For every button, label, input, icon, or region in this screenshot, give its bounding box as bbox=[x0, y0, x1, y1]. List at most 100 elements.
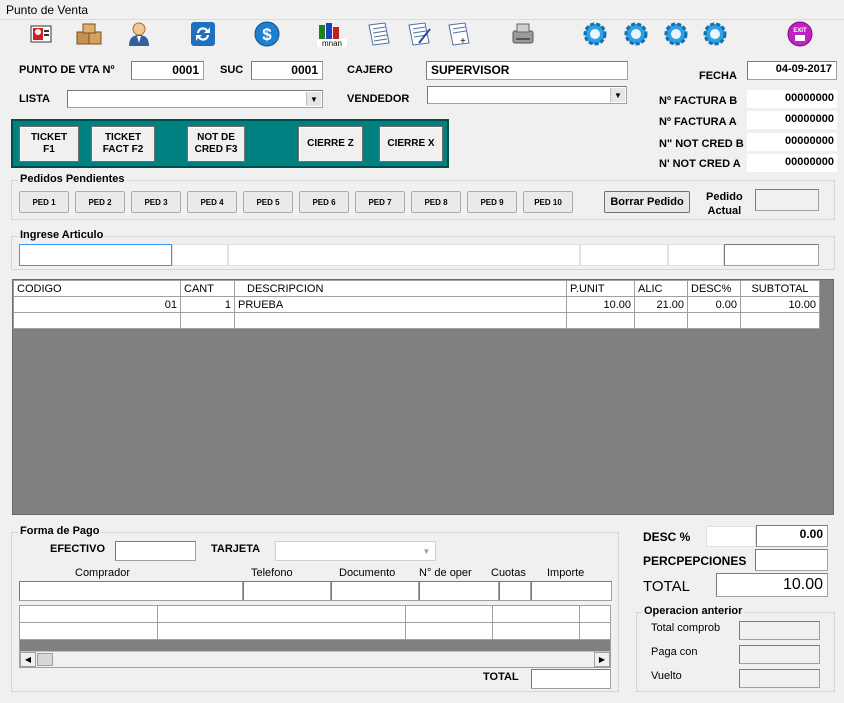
config-button-3[interactable] bbox=[661, 20, 691, 48]
ped-4-button[interactable]: PED 4 bbox=[187, 191, 237, 213]
chart-label: mnan bbox=[322, 39, 342, 47]
cliente-card-button[interactable] bbox=[27, 20, 57, 48]
telefono-input[interactable] bbox=[243, 581, 331, 601]
ped-3-button[interactable]: PED 3 bbox=[131, 191, 181, 213]
suc-field[interactable]: 0001 bbox=[251, 61, 323, 80]
document-icon bbox=[368, 22, 390, 46]
ped-2-button[interactable]: PED 2 bbox=[75, 191, 125, 213]
vendedor-label: VENDEDOR bbox=[347, 93, 410, 105]
col-subtotal[interactable]: SUBTOTAL bbox=[740, 280, 820, 297]
table-row[interactable]: 01 1 PRUEBA 10.00 21.00 0.00 10.00 bbox=[13, 296, 820, 313]
importe-input[interactable] bbox=[531, 581, 612, 601]
efectivo-input[interactable] bbox=[115, 541, 196, 561]
total-label: TOTAL bbox=[643, 578, 690, 595]
ped-6-button[interactable]: PED 6 bbox=[299, 191, 349, 213]
importe-col-label: Importe bbox=[547, 567, 585, 579]
exit-button[interactable]: EXIT bbox=[783, 20, 817, 48]
col-desc[interactable]: DESC% bbox=[687, 280, 741, 297]
chart-icon: mnan bbox=[317, 23, 347, 47]
config-button-1[interactable] bbox=[580, 20, 610, 48]
items-grid[interactable]: CODIGO CANT DESCRIPCION P.UNIT ALIC DESC… bbox=[12, 279, 834, 515]
pagos-grid[interactable]: ◀ ▶ bbox=[19, 605, 611, 668]
pedido-actual-field bbox=[755, 189, 819, 211]
punto-vta-field[interactable]: 0001 bbox=[131, 61, 204, 80]
articulo-subtotal-cell[interactable] bbox=[724, 244, 819, 266]
chevron-down-icon[interactable]: ▼ bbox=[610, 88, 625, 102]
articulo-punit-cell[interactable] bbox=[580, 244, 668, 266]
pagos-grid-rows bbox=[20, 606, 610, 640]
not-cred-b-label: N" NOT CRED B bbox=[659, 138, 744, 150]
col-cant[interactable]: CANT bbox=[180, 280, 235, 297]
imprimir-button[interactable] bbox=[508, 20, 538, 48]
cell-codigo bbox=[13, 312, 181, 329]
ticket-fact-f2-button[interactable]: TICKET FACT F2 bbox=[91, 126, 155, 162]
window-title: Punto de Venta bbox=[6, 3, 89, 17]
desc-label: DESC % bbox=[643, 530, 691, 544]
cell-punit: 10.00 bbox=[566, 296, 635, 313]
document-edit-icon bbox=[408, 22, 431, 46]
desc-pct-input[interactable] bbox=[706, 526, 756, 547]
title-bar: Punto de Venta bbox=[0, 0, 844, 20]
productos-button[interactable] bbox=[75, 20, 105, 48]
lista-select[interactable]: ▼ bbox=[67, 90, 323, 108]
articulo-input[interactable] bbox=[19, 244, 172, 266]
ped-9-button[interactable]: PED 9 bbox=[467, 191, 517, 213]
not-cred-a-label: N' NOT CRED A bbox=[659, 158, 741, 170]
articulo-alic-cell[interactable] bbox=[668, 244, 724, 266]
refresh-button[interactable] bbox=[188, 20, 218, 48]
borrar-pedido-button[interactable]: Borrar Pedido bbox=[604, 191, 690, 213]
config-button-2[interactable] bbox=[621, 20, 651, 48]
documento-input[interactable] bbox=[331, 581, 419, 601]
usuario-button[interactable] bbox=[124, 20, 154, 48]
cajero-field[interactable]: SUPERVISOR bbox=[426, 61, 628, 80]
cierre-z-button[interactable]: CIERRE Z bbox=[298, 126, 363, 162]
not-cred-a-value: 00000000 bbox=[747, 154, 837, 172]
scroll-thumb[interactable] bbox=[37, 653, 53, 666]
caja-button[interactable]: $ bbox=[252, 20, 282, 48]
cierre-x-button[interactable]: CIERRE X bbox=[379, 126, 443, 162]
documento-col-label: Documento bbox=[339, 567, 396, 579]
ped-5-button[interactable]: PED 5 bbox=[243, 191, 293, 213]
not-cred-f3-button[interactable]: NOT DE CRED F3 bbox=[187, 126, 245, 162]
cell-subtotal: 10.00 bbox=[740, 296, 820, 313]
comprobante-panel: TICKET F1 TICKET FACT F2 NOT DE CRED F3 … bbox=[11, 119, 449, 168]
table-row[interactable] bbox=[13, 312, 820, 329]
documento-editar-button[interactable] bbox=[404, 20, 434, 48]
fecha-field[interactable]: 04-09-2017 bbox=[747, 61, 837, 80]
svg-text:$: $ bbox=[262, 25, 272, 44]
pagos-scrollbar[interactable]: ◀ ▶ bbox=[20, 651, 610, 667]
articulo-desc-cell[interactable] bbox=[228, 244, 580, 266]
col-alic[interactable]: ALIC bbox=[634, 280, 688, 297]
cuotas-input[interactable] bbox=[499, 581, 531, 601]
ticket-f1-button[interactable]: TICKET F1 bbox=[19, 126, 79, 162]
estadisticas-button[interactable]: mnan bbox=[315, 20, 349, 48]
nro-oper-input[interactable] bbox=[419, 581, 499, 601]
ped-1-button[interactable]: PED 1 bbox=[19, 191, 69, 213]
col-descripcion[interactable]: DESCRIPCION bbox=[234, 280, 567, 297]
ped-10-button[interactable]: PED 10 bbox=[523, 191, 573, 213]
percepciones-field[interactable] bbox=[755, 549, 828, 571]
dollar-icon: $ bbox=[254, 21, 280, 47]
scroll-left-icon[interactable]: ◀ bbox=[20, 652, 36, 667]
tarjeta-select[interactable]: ▼ bbox=[275, 541, 436, 561]
documento-nuevo-button[interactable]: + bbox=[444, 20, 474, 48]
vuelto-field bbox=[739, 669, 820, 688]
articulo-cant-cell[interactable] bbox=[172, 244, 228, 266]
col-punit[interactable]: P.UNIT bbox=[566, 280, 635, 297]
document-add-icon: + bbox=[448, 22, 470, 47]
vendedor-select[interactable]: ▼ bbox=[427, 86, 627, 104]
ped-7-button[interactable]: PED 7 bbox=[355, 191, 405, 213]
chevron-down-icon[interactable]: ▼ bbox=[419, 543, 434, 559]
factura-a-value: 00000000 bbox=[747, 111, 837, 129]
col-codigo[interactable]: CODIGO bbox=[13, 280, 181, 297]
desc-value-field[interactable]: 0.00 bbox=[756, 525, 828, 547]
config-button-4[interactable] bbox=[700, 20, 730, 48]
total-field: 10.00 bbox=[716, 573, 828, 597]
comprador-input[interactable] bbox=[19, 581, 243, 601]
documento-button[interactable] bbox=[364, 20, 394, 48]
paga-con-label: Paga con bbox=[651, 646, 698, 658]
scroll-right-icon[interactable]: ▶ bbox=[594, 652, 610, 667]
chevron-down-icon[interactable]: ▼ bbox=[306, 92, 321, 106]
exit-icon: EXIT bbox=[787, 21, 813, 47]
ped-8-button[interactable]: PED 8 bbox=[411, 191, 461, 213]
